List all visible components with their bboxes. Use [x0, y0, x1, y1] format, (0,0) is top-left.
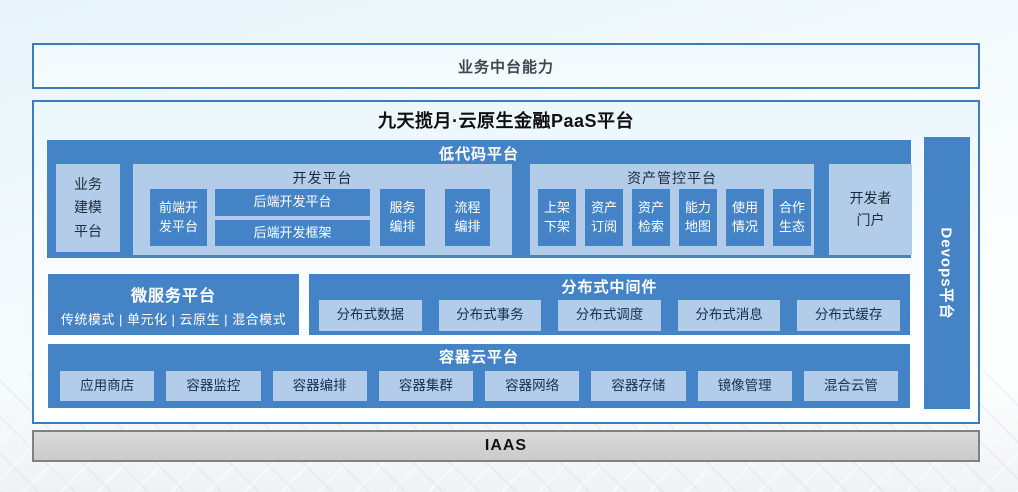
asset-item-usage: 使用情况	[726, 189, 764, 246]
container-items-row: 应用商店 容器监控 容器编排 容器集群 容器网络 容器存储 镜像管理 混合云管	[48, 371, 910, 401]
lowcode-platform-section: 低代码平台 业务建模平台 开发平台 前端开发平台 后端开发平台 后端开发框架 服…	[47, 140, 911, 258]
container-item-cluster: 容器集群	[379, 371, 473, 401]
backend-dev-framework-box: 后端开发框架	[215, 220, 370, 246]
asset-items-row: 上架下架 资产订阅 资产检索 能力地图 使用情况 合作生态	[538, 189, 811, 246]
microservice-modes: 传统模式 | 单元化 | 云原生 | 混合模式	[61, 309, 286, 328]
iaas-layer-bar: IAAS	[32, 430, 980, 462]
asset-item-ecosystem: 合作生态	[773, 189, 811, 246]
container-cloud-title: 容器云平台	[48, 344, 910, 371]
devops-platform-bar: Devops平台	[924, 137, 970, 409]
container-item-monitoring: 容器监控	[166, 371, 260, 401]
container-item-orchestration: 容器编排	[273, 371, 367, 401]
middleware-title: 分布式中间件	[309, 274, 910, 300]
architecture-diagram: 业务中台能力 九天揽月·云原生金融PaaS平台 低代码平台 业务建模平台 开发平…	[0, 0, 1018, 492]
platform-title: 九天揽月·云原生金融PaaS平台	[34, 107, 978, 133]
microservice-platform-section: 微服务平台 传统模式 | 单元化 | 云原生 | 混合模式	[48, 274, 299, 335]
middleware-item-data: 分布式数据	[319, 300, 422, 331]
lowcode-title: 低代码平台	[47, 140, 911, 164]
asset-item-capability-map: 能力地图	[679, 189, 717, 246]
container-cloud-section: 容器云平台 应用商店 容器监控 容器编排 容器集群 容器网络 容器存储 镜像管理…	[48, 344, 910, 408]
middleware-item-scheduling: 分布式调度	[558, 300, 661, 331]
backend-dev-platform-box: 后端开发平台	[215, 189, 370, 216]
asset-item-subscribe: 资产订阅	[585, 189, 623, 246]
microservice-title: 微服务平台	[131, 282, 216, 306]
middleware-item-transaction: 分布式事务	[439, 300, 542, 331]
asset-item-search: 资产检索	[632, 189, 670, 246]
iaas-label: IAAS	[485, 437, 527, 455]
service-orchestration-box: 服务编排	[380, 189, 425, 246]
business-modeling-platform-box: 业务建模平台	[56, 164, 120, 252]
asset-platform-title: 资产管控平台	[530, 164, 814, 188]
dev-platform-title: 开发平台	[133, 164, 512, 188]
container-item-storage: 容器存储	[591, 371, 685, 401]
container-item-hybrid-cloud: 混合云管	[804, 371, 898, 401]
container-item-image-mgmt: 镜像管理	[698, 371, 792, 401]
asset-control-platform-group: 资产管控平台 上架下架 资产订阅 资产检索 能力地图 使用情况 合作生态	[530, 164, 814, 255]
container-item-app-store: 应用商店	[60, 371, 154, 401]
container-item-network: 容器网络	[485, 371, 579, 401]
developer-portal-box: 开发者门户	[829, 164, 912, 255]
process-orchestration-box: 流程编排	[445, 189, 490, 246]
devops-label: Devops平台	[937, 227, 958, 319]
middleware-item-message: 分布式消息	[678, 300, 781, 331]
dev-platform-group: 开发平台 前端开发平台 后端开发平台 后端开发框架 服务编排 流程编排	[133, 164, 512, 255]
asset-item-shelf: 上架下架	[538, 189, 576, 246]
middleware-item-cache: 分布式缓存	[797, 300, 900, 331]
banner-label: 业务中台能力	[458, 56, 554, 77]
frontend-dev-platform-box: 前端开发平台	[150, 189, 207, 246]
paas-platform-box: 九天揽月·云原生金融PaaS平台 低代码平台 业务建模平台 开发平台 前端开发平…	[32, 100, 980, 424]
business-middle-platform-banner: 业务中台能力	[32, 43, 980, 89]
middleware-section: 分布式中间件 分布式数据 分布式事务 分布式调度 分布式消息 分布式缓存	[309, 274, 910, 335]
middleware-items-row: 分布式数据 分布式事务 分布式调度 分布式消息 分布式缓存	[309, 300, 910, 331]
